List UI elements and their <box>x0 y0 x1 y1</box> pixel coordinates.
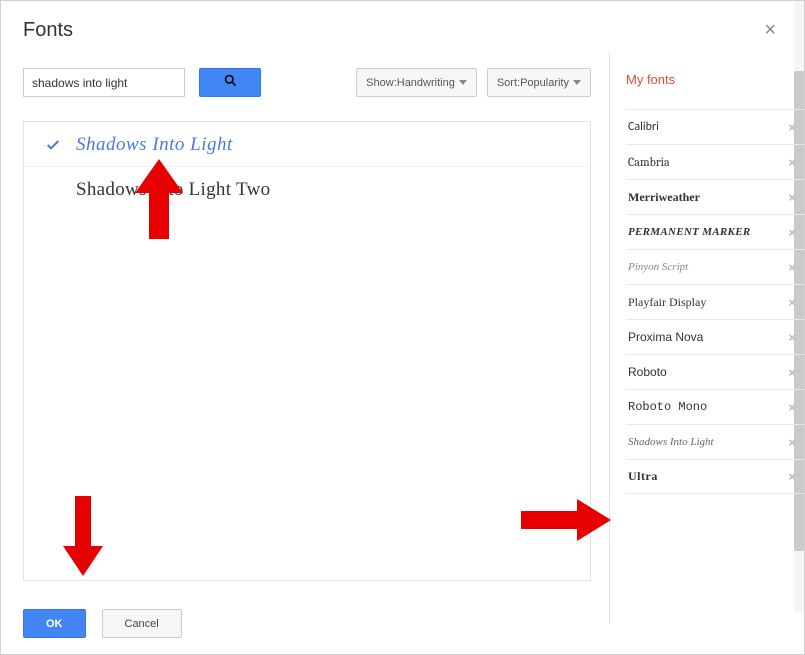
my-font-name: Cambria <box>628 155 670 169</box>
dialog-content: Show: Handwriting Sort: Popularity <box>1 52 804 624</box>
font-result-row[interactable]: Shadows Into Light Two <box>24 166 590 211</box>
font-result-row[interactable]: Shadows Into Light <box>24 122 590 166</box>
my-fonts-title: My fonts <box>626 72 804 87</box>
remove-font-icon[interactable]: × <box>788 155 796 170</box>
sort-dropdown[interactable]: Sort: Popularity <box>487 68 591 97</box>
checkmark-icon <box>38 137 68 153</box>
dialog-title: Fonts <box>23 19 73 42</box>
remove-font-icon[interactable]: × <box>788 365 796 380</box>
left-pane: Show: Handwriting Sort: Popularity <box>23 52 609 624</box>
my-font-name: Roboto Mono <box>628 400 707 414</box>
remove-font-icon[interactable]: × <box>788 225 796 240</box>
my-font-row[interactable]: Merriweather × <box>626 179 804 214</box>
remove-font-icon[interactable]: × <box>788 330 796 345</box>
my-font-name: Proxima Nova <box>628 330 703 344</box>
my-font-row[interactable]: Permanent Marker × <box>626 214 804 249</box>
sort-value: Popularity <box>520 77 569 89</box>
my-font-name: Playfair Display <box>628 295 706 310</box>
dialog-footer: OK Cancel <box>1 597 804 654</box>
my-fonts-list: Calibri×Cambria×Merriweather×Permanent M… <box>626 109 804 624</box>
my-font-name: Pinyon Script <box>628 261 688 273</box>
my-font-row[interactable]: Pinyon Script × <box>626 249 804 284</box>
results-list: Shadows Into Light Shadows Into Light Tw… <box>23 121 591 581</box>
my-font-row[interactable]: Roboto × <box>626 354 804 389</box>
search-button[interactable] <box>199 68 261 97</box>
search-icon <box>223 73 238 93</box>
my-font-name: Ultra <box>628 469 658 484</box>
toolbar: Show: Handwriting Sort: Popularity <box>23 68 591 97</box>
my-font-row[interactable]: Shadows Into Light × <box>626 424 804 459</box>
cancel-button[interactable]: Cancel <box>102 609 182 638</box>
my-font-name: Roboto <box>628 365 667 379</box>
show-value: Handwriting <box>397 77 455 89</box>
caret-down-icon <box>459 80 467 85</box>
search-input[interactable] <box>23 68 185 97</box>
show-dropdown[interactable]: Show: Handwriting <box>356 68 477 97</box>
my-font-row[interactable]: Roboto Mono × <box>626 389 804 424</box>
caret-down-icon <box>573 80 581 85</box>
font-name: Shadows Into Light Two <box>76 179 270 201</box>
sort-label: Sort: <box>497 77 520 89</box>
my-font-name: Merriweather <box>628 190 700 205</box>
my-font-row[interactable]: Playfair Display × <box>626 284 804 319</box>
show-label: Show: <box>366 77 397 89</box>
remove-font-icon[interactable]: × <box>788 260 796 275</box>
close-icon[interactable]: × <box>758 19 782 42</box>
my-font-row[interactable]: Cambria × <box>626 144 804 179</box>
my-font-name: Permanent Marker <box>628 226 750 238</box>
my-font-name: Calibri <box>628 120 659 134</box>
right-pane: My fonts Calibri×Cambria×Merriweather×Pe… <box>609 52 804 624</box>
remove-font-icon[interactable]: × <box>788 469 796 484</box>
my-font-row[interactable]: Ultra × <box>626 459 804 494</box>
remove-font-icon[interactable]: × <box>788 120 796 135</box>
ok-button[interactable]: OK <box>23 609 86 638</box>
font-name: Shadows Into Light <box>76 134 233 156</box>
remove-font-icon[interactable]: × <box>788 435 796 450</box>
my-font-name: Shadows Into Light <box>628 436 714 448</box>
remove-font-icon[interactable]: × <box>788 295 796 310</box>
my-font-row[interactable]: Proxima Nova × <box>626 319 804 354</box>
dialog-header: Fonts × <box>1 1 804 52</box>
fonts-dialog: Fonts × Show: Handwritin <box>0 0 805 655</box>
remove-font-icon[interactable]: × <box>788 400 796 415</box>
remove-font-icon[interactable]: × <box>788 190 796 205</box>
my-font-row[interactable]: Calibri × <box>626 109 804 144</box>
